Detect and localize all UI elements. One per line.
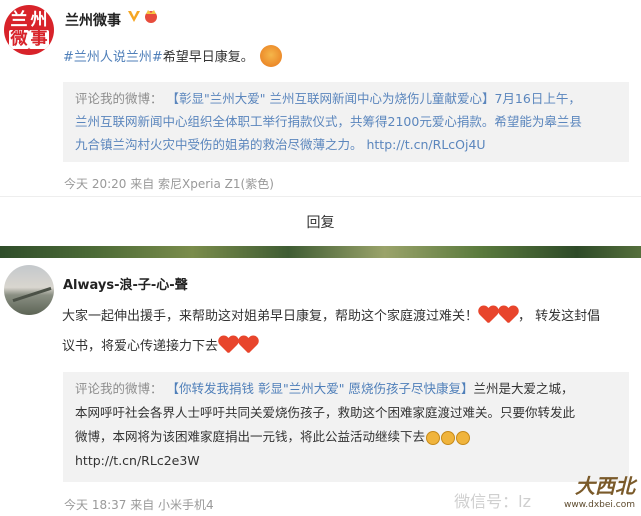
emoji-icon — [456, 430, 471, 445]
quote-link[interactable]: http://t.cn/RLc2e3W — [75, 449, 617, 473]
quote-title[interactable]: 【你转发我捐钱 彰显"兰州大爱" 愿烧伤孩子尽快康复】 — [167, 381, 474, 396]
post-meta: 今天 20:20 来自 索尼Xperia Z1(紫色) — [64, 177, 274, 191]
avatar[interactable]: 兰 州 微 事 — [4, 5, 54, 55]
account-name[interactable]: 兰州微事 — [65, 10, 121, 30]
heart-icon — [218, 336, 238, 354]
weibo-comment-card-1: 兰 州 微 事 兰州微事 #兰州人说兰州#希望早日康复。 评论我的微博： 【彰显… — [0, 0, 641, 196]
emoji-face-icon — [259, 44, 282, 67]
post-text: 大家一起伸出援手，来帮助这对姐弟早日康复，帮助这个家庭渡过难关！， 转发这封倡 … — [62, 302, 634, 362]
quote-line: 九合镇兰沟村火灾中受伤的姐弟的救治尽微薄之力。 http://t.cn/RLcO… — [75, 137, 486, 152]
heart-icon — [498, 306, 518, 324]
site-logo: 大西北 www.dxbei.com — [539, 470, 635, 510]
heart-icon — [478, 306, 498, 324]
quoted-weibo[interactable]: 评论我的微博： 【你转发我捐钱 彰显"兰州大爱" 愿烧伤孩子尽快康复】兰州是大爱… — [63, 372, 629, 482]
heart-icon — [238, 336, 258, 354]
quote-label: 评论我的微博： — [75, 91, 163, 106]
emoji-icon — [441, 430, 456, 445]
banner-strip — [0, 246, 641, 258]
quote-line: 微博，本网将为该困难家庭捐出一元钱，将此公益活动继续下去 — [75, 429, 426, 444]
crown-badge-icon — [145, 10, 157, 23]
account-name[interactable]: Always-浪-子-心-聲 — [63, 274, 188, 293]
post-meta: 今天 18:37 来自 小米手机4 — [64, 498, 214, 512]
reply-button[interactable]: 回复 — [0, 196, 641, 246]
verified-v-icon — [128, 11, 140, 22]
lanzhou-weishi-logo: 兰 州 微 事 — [9, 10, 49, 49]
quoted-weibo[interactable]: 评论我的微博： 【彰显"兰州大爱" 兰州互联网新闻中心为烧伤儿童献爱心】7月16… — [63, 82, 629, 162]
quote-line: 本网呼吁社会各界人士呼吁共同关爱烧伤孩子，救助这个困难家庭渡过难关。只要你转发此 — [75, 405, 576, 420]
topic-tag[interactable]: #兰州人说兰州# — [63, 50, 163, 65]
railway-photo — [12, 286, 52, 303]
wechat-watermark: 微信号：lz — [454, 492, 531, 511]
avatar[interactable] — [4, 265, 54, 315]
site-logo-url: www.dxbei.com — [564, 500, 635, 510]
site-logo-text: 大西北 — [575, 474, 635, 498]
quote-line: 兰州互联网新闻中心组织全体职工举行捐款仪式，共筹得2100元爱心捐款。希望能为皋… — [75, 114, 582, 129]
quote-line: 【彰显"兰州大爱" 兰州互联网新闻中心为烧伤儿童献爱心】7月16日上午， — [166, 91, 581, 106]
quote-label: 评论我的微博： — [75, 381, 163, 396]
emoji-icon — [426, 430, 441, 445]
post-text: #兰州人说兰州#希望早日康复。 — [63, 44, 282, 69]
